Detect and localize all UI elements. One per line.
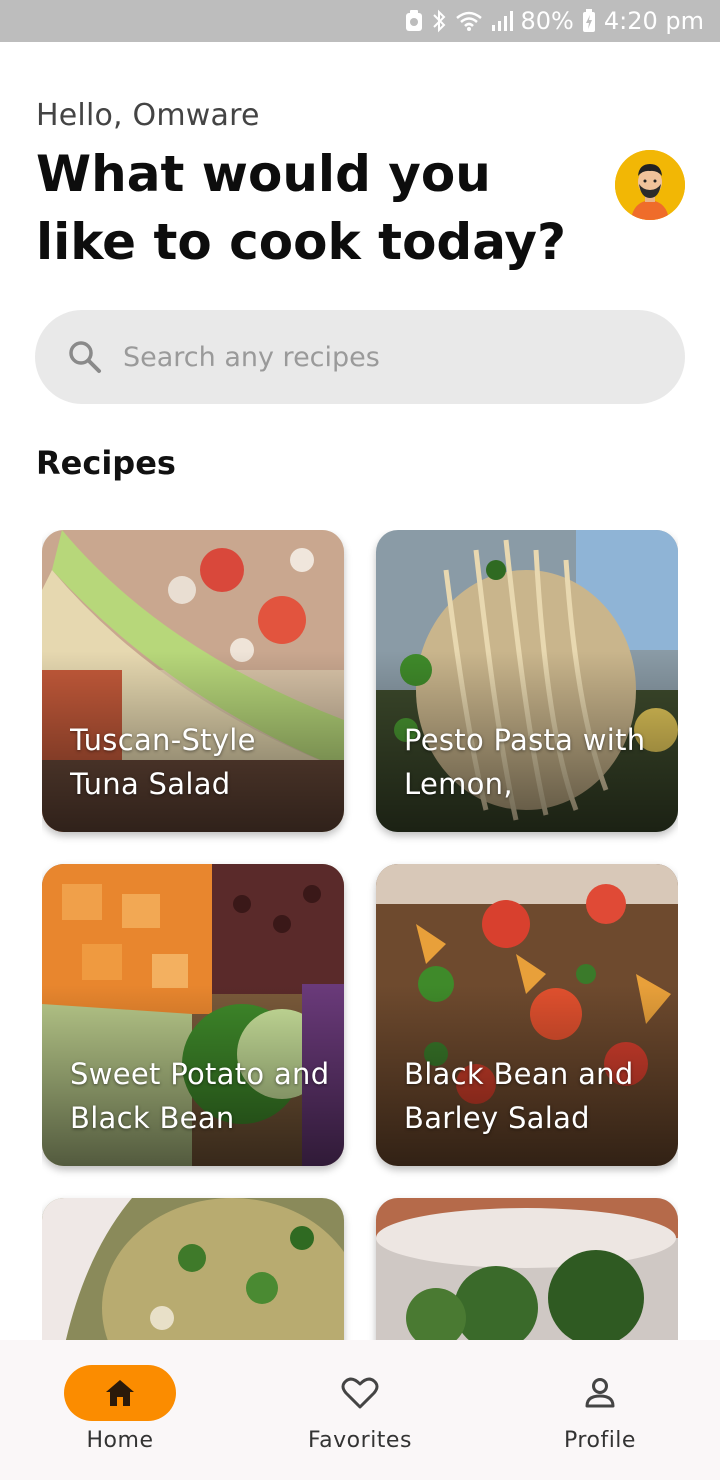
wifi-icon (455, 10, 483, 32)
nav-item-home[interactable]: Home (0, 1340, 240, 1480)
search-bar[interactable] (35, 310, 685, 404)
search-input[interactable] (123, 327, 643, 387)
recipe-title: Black Bean and Barley Salad (404, 1057, 634, 1135)
clock: 4:20 pm (603, 7, 704, 35)
battery-charging-icon (582, 9, 596, 33)
nav-label: Profile (564, 1428, 636, 1453)
recipe-image (376, 1198, 678, 1340)
bluetooth-icon (431, 9, 447, 33)
recipe-image (42, 1198, 344, 1340)
nav-label: Favorites (308, 1428, 412, 1453)
recipe-card[interactable]: Black Bean and Barley Salad (376, 864, 678, 1166)
recipe-card[interactable]: Sweet Potato and Black Bean (42, 864, 344, 1166)
nav-icon-container (544, 1365, 656, 1421)
battery-percent: 80% (520, 7, 574, 35)
nav-item-profile[interactable]: Profile (480, 1340, 720, 1480)
page-title: What would you like to cook today? (36, 145, 567, 271)
nav-active-indicator (64, 1365, 176, 1421)
recipe-card[interactable]: Tuscan-Style Tuna Salad (42, 530, 344, 832)
avatar-illustration-icon (615, 150, 685, 220)
signal-icon (491, 10, 513, 32)
recipe-card[interactable]: Pesto Pasta with Lemon, (376, 530, 678, 832)
greeting-text: Hello, Omware (36, 98, 260, 133)
recipe-title: Sweet Potato and Black Bean (70, 1057, 330, 1135)
person-icon (585, 1378, 615, 1408)
nav-icon-container (304, 1365, 416, 1421)
sync-icon (405, 10, 423, 32)
recipe-grid: Tuscan-Style Tuna Salad Pesto Pasta with… (42, 530, 678, 1340)
avatar[interactable] (615, 150, 685, 220)
nav-label: Home (86, 1428, 154, 1453)
home-icon (106, 1380, 134, 1406)
section-title-recipes: Recipes (36, 444, 176, 482)
heart-icon (341, 1377, 379, 1409)
recipe-card[interactable] (376, 1198, 678, 1340)
recipe-card[interactable] (42, 1198, 344, 1340)
status-icons: 80% 4:20 pm (405, 7, 704, 35)
status-bar: 80% 4:20 pm (0, 0, 720, 42)
bottom-navigation: Home Favorites Profile (0, 1340, 720, 1480)
search-icon[interactable] (65, 337, 105, 377)
recipe-title: Tuscan-Style Tuna Salad (70, 723, 256, 801)
recipe-title: Pesto Pasta with Lemon, (404, 723, 646, 801)
nav-item-favorites[interactable]: Favorites (240, 1340, 480, 1480)
